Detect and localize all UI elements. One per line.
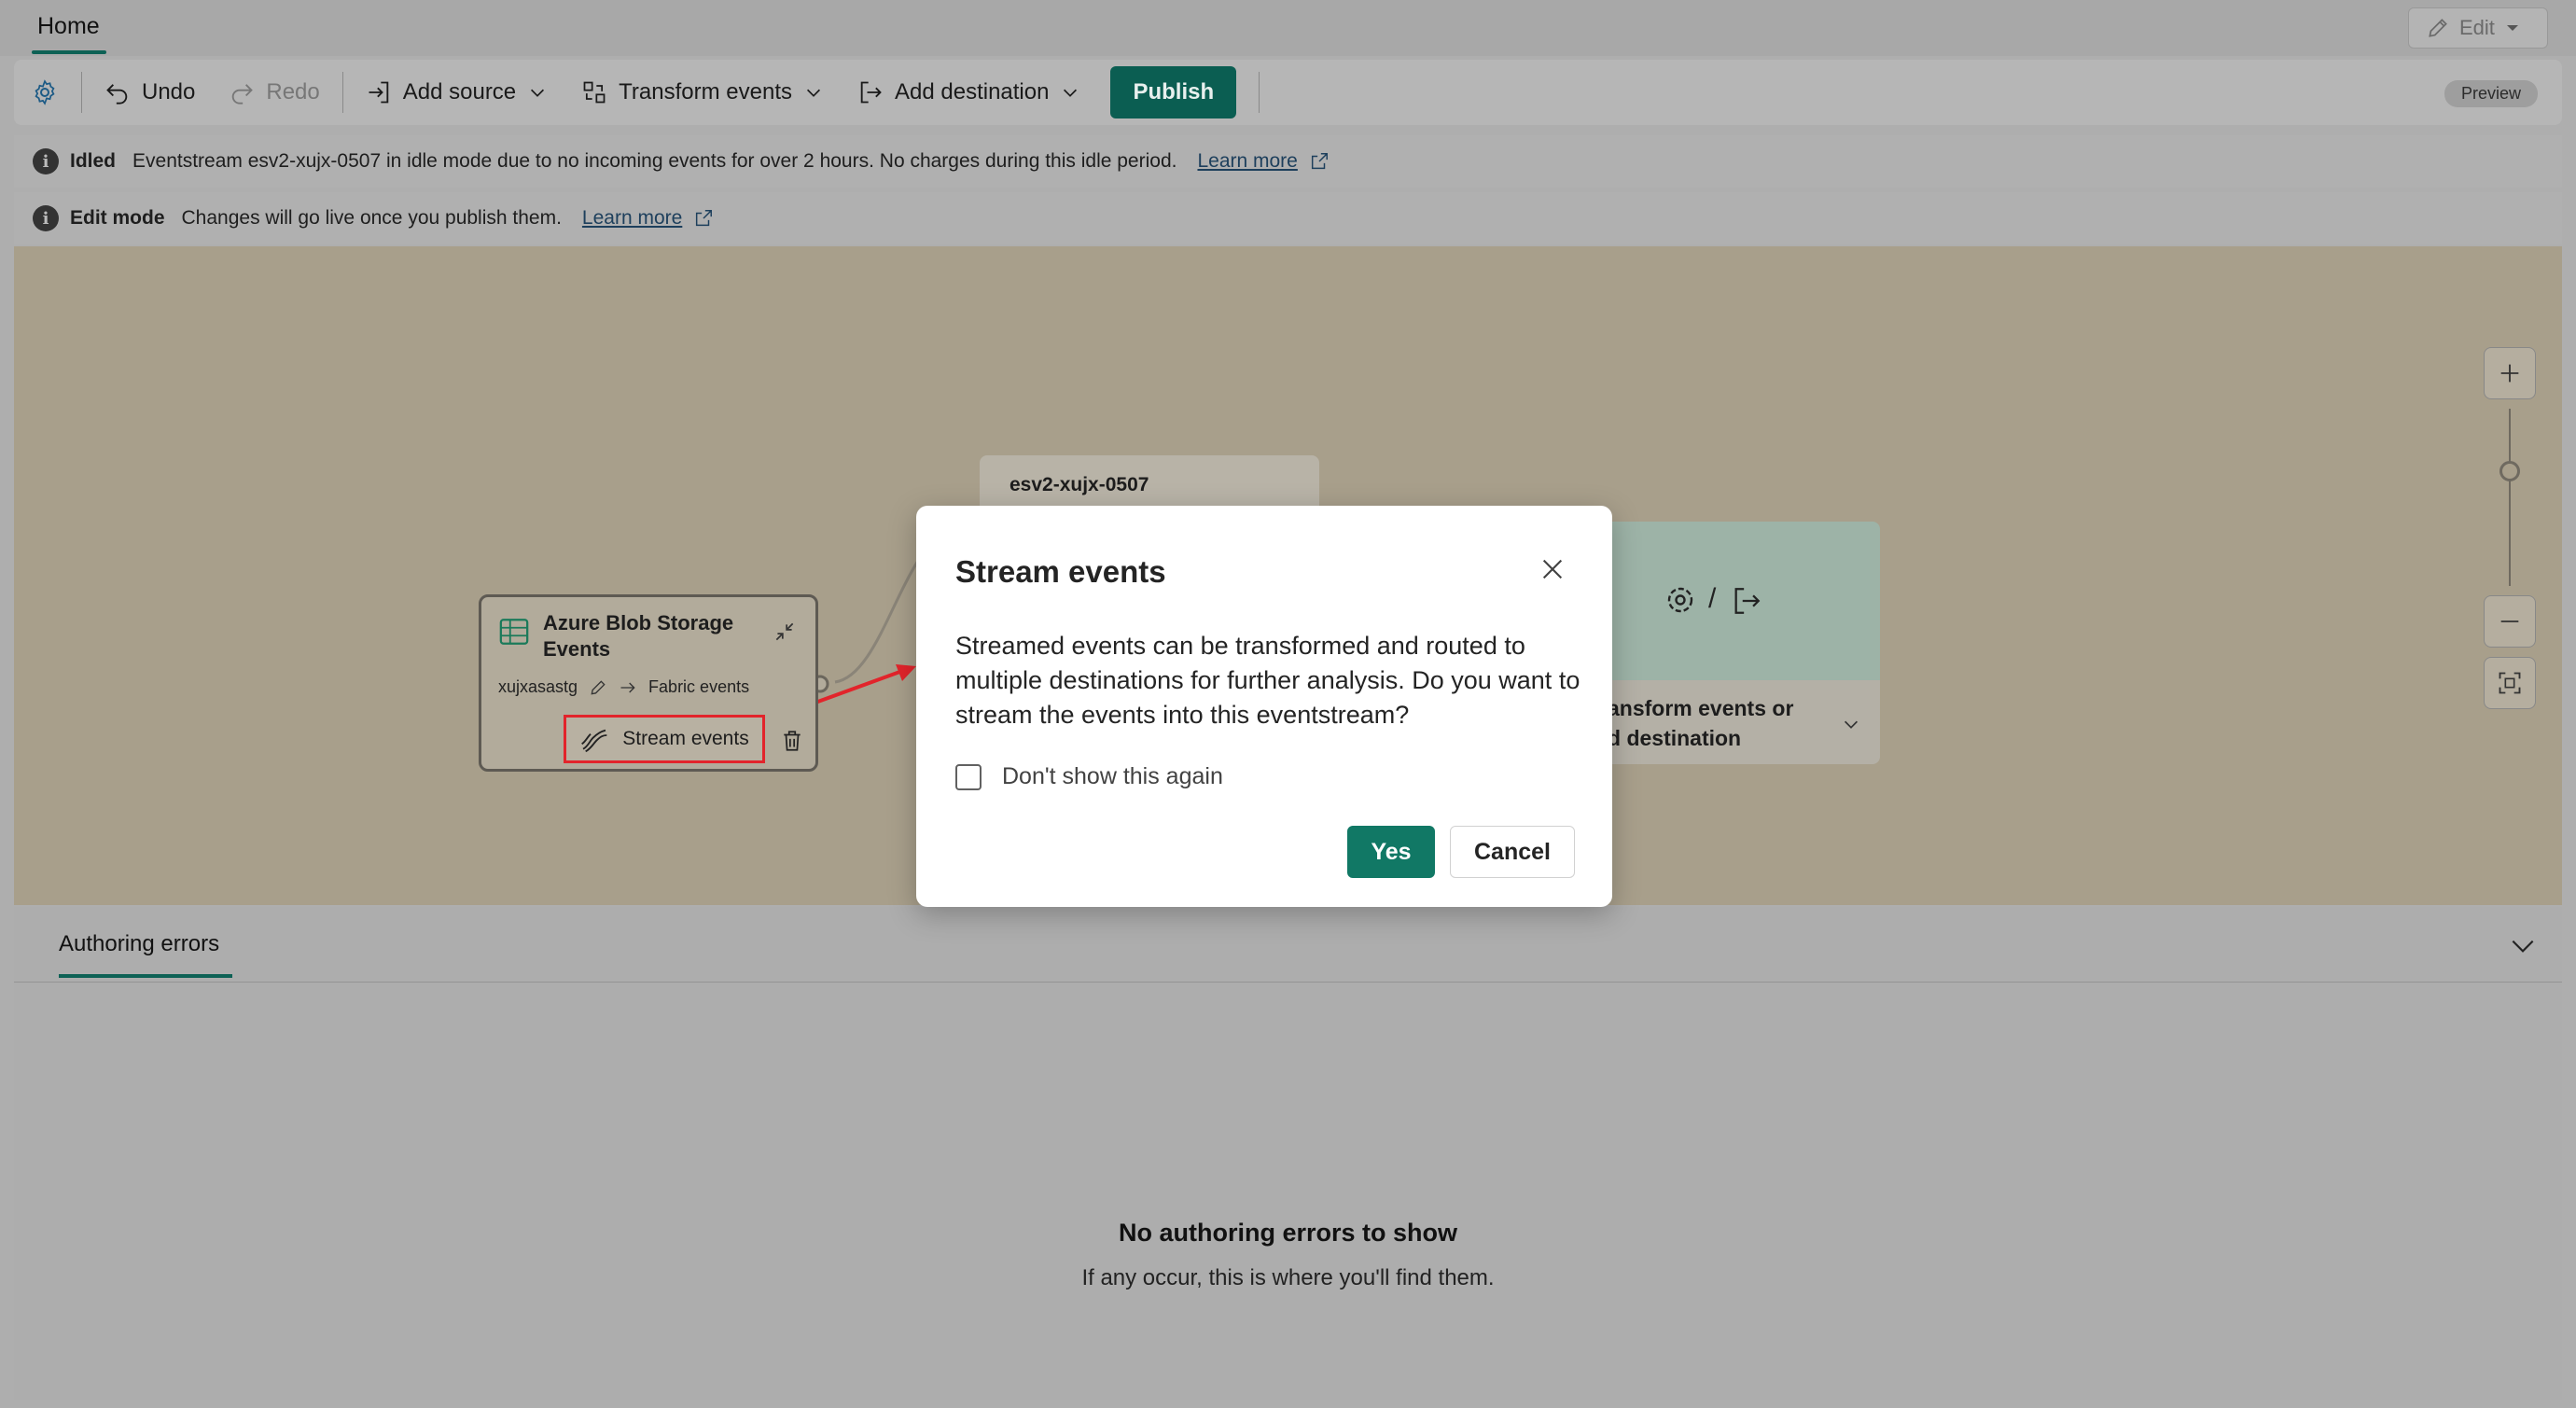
toolbar-divider [81,72,82,113]
ribbon-toolbar: Undo Redo Add source Transform events Ad… [14,60,2562,125]
close-icon[interactable] [1539,556,1566,582]
destination-node-header: / [1591,522,1880,680]
fit-screen-icon [2499,672,2521,694]
dialog-title: Stream events [955,554,1166,589]
edit-mode-label: Edit [2459,16,2495,39]
source-target-label: Fabric events [648,677,750,696]
zoom-slider-track [2509,409,2511,586]
add-destination-button[interactable]: Add destination [841,60,1097,125]
stream-events-button[interactable]: Stream events [564,715,765,763]
stream-events-label: Stream events [622,728,749,749]
info-icon: i [33,205,59,231]
zoom-slider-thumb[interactable] [2499,461,2520,481]
undo-icon [106,84,128,105]
edit-mode-learn-more-link[interactable]: Learn more [582,207,682,230]
transform-events-button[interactable]: Transform events [564,60,841,125]
chevron-down-icon[interactable] [1841,714,1861,734]
empty-state-title: No authoring errors to show [1118,1219,1457,1247]
transform-events-label: Transform events [619,79,792,105]
dont-show-again-option[interactable]: Don't show this again [955,763,1223,790]
redo-icon [232,84,254,105]
settings-button[interactable] [14,60,76,125]
destination-node-footer[interactable]: ansform events or d destination [1591,680,1880,764]
eventstream-node-title: esv2-xujx-0507 [1010,474,1149,495]
idle-learn-more-link[interactable]: Learn more [1197,150,1297,173]
add-source-label: Add source [402,79,517,105]
empty-state-subtitle: If any occur, this is where you'll find … [1081,1265,1495,1290]
idle-banner: i Idled Eventstream esv2-xujx-0507 in id… [14,135,2562,188]
delete-icon[interactable] [780,728,804,754]
pencil-icon[interactable] [589,678,607,697]
top-tab-bar: Home Edit [0,0,2576,56]
source-node-azure-blob[interactable]: Azure Blob Storage Events xujxasastg Fab… [479,594,818,772]
preview-badge: Preview [2444,80,2538,107]
destination-node-label: ansform events or d destination [1608,693,1793,753]
zoom-slider[interactable] [2484,399,2536,595]
azure-blob-storage-icon [499,619,529,645]
caret-down-icon [2506,25,2518,31]
cancel-button[interactable]: Cancel [1450,826,1575,878]
sign-out-arrow-icon [860,81,882,104]
chevron-down-icon[interactable] [2508,931,2538,961]
dont-show-again-label: Don't show this again [1002,763,1223,789]
redo-button[interactable]: Redo [212,60,336,125]
authoring-errors-tab-indicator [59,974,232,978]
edit-mode-banner: i Edit mode Changes will go live once yo… [14,192,2562,244]
idle-banner-message: Eventstream esv2-xujx-0507 in idle mode … [132,150,1177,172]
zoom-out-button[interactable] [2484,595,2536,648]
destination-node-label-line2: d destination [1608,726,1742,750]
sign-in-arrow-icon [369,81,389,104]
source-account-name: xujxasastg [498,677,578,696]
edit-mode-banner-message: Changes will go live once you publish th… [181,207,562,229]
tab-home[interactable]: Home [37,13,100,40]
redo-label: Redo [266,79,320,105]
yes-button[interactable]: Yes [1347,826,1435,878]
destination-placeholder-node[interactable]: / ansform events or d destination [1591,522,1880,764]
collapse-icon[interactable] [773,620,797,644]
undo-button[interactable]: Undo [88,60,212,125]
tab-home-indicator [32,50,106,54]
publish-button[interactable]: Publish [1110,66,1237,118]
panel-divider [14,982,2562,983]
toolbar-divider [341,72,343,113]
external-link-icon [1311,153,1328,170]
arrow-right-icon [620,682,635,692]
stream-icon [581,729,607,753]
undo-label: Undo [142,79,196,105]
add-source-button[interactable]: Add source [349,60,564,125]
idle-banner-title: Idled [70,150,117,172]
info-icon: i [33,148,59,174]
source-node-title: Azure Blob Storage Events [543,611,734,661]
dialog-body: Streamed events can be transformed and r… [955,632,1580,729]
transform-gear-icon [1667,587,1693,613]
zoom-in-button[interactable] [2484,347,2536,399]
stream-events-dialog: Stream events Streamed events can be tra… [916,506,1612,907]
tab-authoring-errors[interactable]: Authoring errors [59,931,219,957]
dont-show-again-checkbox[interactable] [955,763,982,790]
plus-icon [2500,364,2519,383]
external-link-icon [696,210,713,227]
sign-out-arrow-icon [1734,588,1761,614]
slash-separator: / [1708,583,1717,614]
fit-to-screen-button[interactable] [2484,657,2536,709]
add-destination-label: Add destination [895,79,1050,105]
edit-mode-button[interactable]: Edit [2408,7,2548,49]
source-node-meta: xujxasastg Fabric events [498,677,749,697]
chevron-down-icon [1064,89,1078,97]
edit-mode-banner-title: Edit mode [70,207,165,229]
pencil-icon [2429,19,2447,37]
eventstream-node[interactable]: esv2-xujx-0507 [980,455,1319,511]
gear-icon [35,79,55,105]
minus-icon [2500,620,2519,622]
destination-node-label-line1: ansform events or [1608,696,1794,720]
toolbar-divider [1259,72,1260,113]
chevron-down-icon [806,89,821,97]
zoom-controls [2484,347,2540,709]
transform-icon [583,81,606,104]
authoring-errors-panel: Authoring errors No authoring errors to … [14,907,2562,1400]
chevron-down-icon [531,89,545,97]
